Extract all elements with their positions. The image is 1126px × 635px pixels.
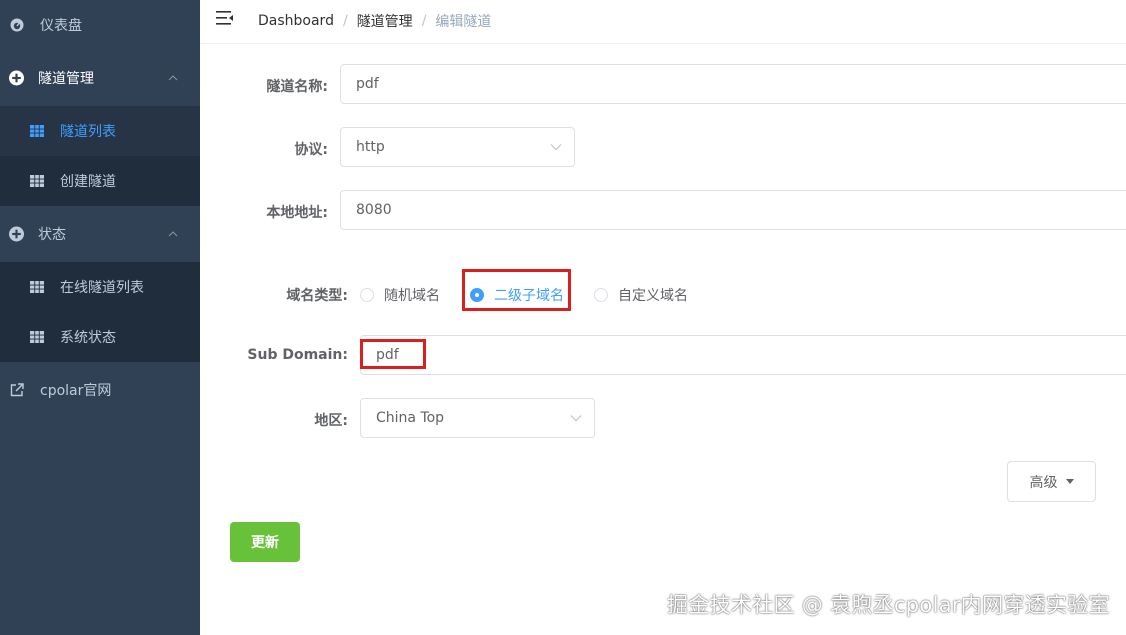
tunnel-name-label: 隧道名称: <box>266 79 328 95</box>
chevron-down-icon <box>570 415 582 422</box>
sidebar-item-label: 状态 <box>38 227 66 243</box>
radio-circle <box>594 288 608 302</box>
region-label: 地区: <box>314 413 348 429</box>
highlight-box-subdomain-option <box>462 269 571 311</box>
sidebar-item-label: 系统状态 <box>60 330 116 346</box>
protocol-value: http <box>356 139 385 155</box>
sidebar-item-label: cpolar官网 <box>40 383 112 399</box>
highlight-box-subdomain-value <box>360 339 426 369</box>
table-grid-icon <box>30 331 44 343</box>
region-select[interactable]: China Top <box>360 398 595 438</box>
table-grid-icon <box>30 125 44 137</box>
breadcrumb-edit-tunnel: 编辑隧道 <box>435 14 492 30</box>
sidebar-item-tunnel-management[interactable]: 隧道管理 <box>0 53 200 103</box>
advanced-button-label: 高级 <box>1029 474 1058 491</box>
sidebar-item-label: 创建隧道 <box>60 174 116 190</box>
radio-custom-domain[interactable]: 自定义域名 <box>594 285 688 305</box>
sidebar-item-online-tunnels[interactable]: 在线隧道列表 <box>0 262 200 312</box>
caret-down-icon <box>1065 479 1074 484</box>
sidebar-item-label: 仪表盘 <box>40 18 82 34</box>
sidebar: 仪表盘 隧道管理 隧道列表 创建隧道 状态 在线隧道列表 系统状态 cpolar… <box>0 0 200 635</box>
advanced-button[interactable]: 高级 <box>1007 461 1096 502</box>
chevron-up-icon <box>168 75 178 81</box>
top-header: Dashboard / 隧道管理 / 编辑隧道 <box>200 0 1126 44</box>
plus-circle-icon <box>9 226 24 242</box>
local-address-value: 8080 <box>356 202 392 218</box>
sidebar-item-label: 在线隧道列表 <box>60 280 144 296</box>
update-button-label: 更新 <box>251 535 279 551</box>
local-address-input[interactable]: 8080 <box>340 190 1126 230</box>
external-link-icon <box>10 383 24 397</box>
sidebar-item-tunnel-list[interactable]: 隧道列表 <box>0 106 200 156</box>
protocol-label: 协议: <box>294 142 328 158</box>
sidebar-item-create-tunnel[interactable]: 创建隧道 <box>0 156 200 206</box>
region-value: China Top <box>376 410 445 426</box>
sidebar-item-label: 隧道管理 <box>38 71 94 87</box>
dashboard-icon <box>10 18 24 32</box>
subdomain-input[interactable]: pdf <box>360 335 1126 375</box>
update-button[interactable]: 更新 <box>230 522 300 562</box>
tunnel-name-value: pdf <box>356 76 379 92</box>
watermark-text: 掘金技术社区 @ 袁煦丞cpolar内网穿透实验室 <box>667 593 1110 617</box>
breadcrumb-tunnel-management[interactable]: 隧道管理 <box>357 11 413 31</box>
chevron-down-icon <box>550 144 562 151</box>
subdomain-label: Sub Domain: <box>247 347 348 363</box>
radio-label: 自定义域名 <box>618 288 688 304</box>
sidebar-item-system-status[interactable]: 系统状态 <box>0 312 200 362</box>
protocol-select[interactable]: http <box>340 127 575 167</box>
sidebar-item-dashboard[interactable]: 仪表盘 <box>0 0 200 50</box>
plus-circle-icon <box>9 70 24 86</box>
radio-label: 随机域名 <box>384 288 440 304</box>
table-grid-icon <box>30 281 44 293</box>
breadcrumb-separator: / <box>342 13 348 29</box>
app-root: 仪表盘 隧道管理 隧道列表 创建隧道 状态 在线隧道列表 系统状态 cpolar… <box>0 0 1126 635</box>
chevron-up-icon <box>168 231 178 237</box>
hamburger-menu-icon[interactable] <box>216 10 234 26</box>
table-grid-icon <box>30 175 44 187</box>
sidebar-item-status[interactable]: 状态 <box>0 209 200 259</box>
sidebar-item-cpolar-site[interactable]: cpolar官网 <box>0 365 200 415</box>
tunnel-name-input[interactable]: pdf <box>340 64 1126 104</box>
sidebar-item-label: 隧道列表 <box>60 124 116 140</box>
breadcrumb: Dashboard / 隧道管理 / 编辑隧道 <box>258 11 491 31</box>
local-address-label: 本地地址: <box>266 205 328 221</box>
domain-type-label: 域名类型: <box>286 288 348 304</box>
breadcrumb-dashboard[interactable]: Dashboard <box>258 13 334 29</box>
radio-circle <box>360 288 374 302</box>
radio-random-domain[interactable]: 随机域名 <box>360 285 440 305</box>
breadcrumb-separator: / <box>421 13 427 29</box>
